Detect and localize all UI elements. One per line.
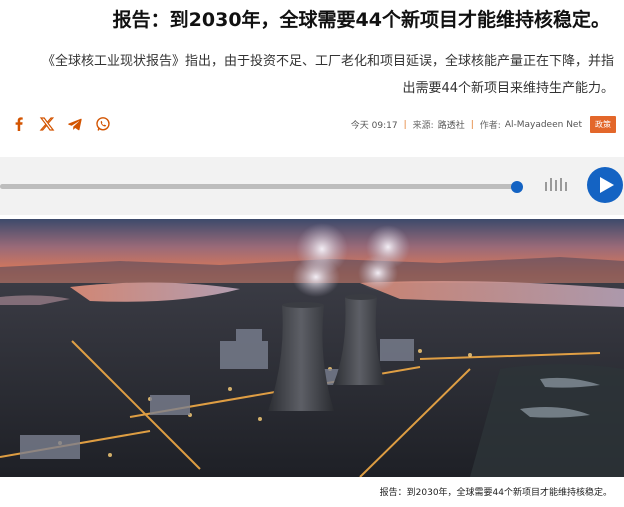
- image-caption: 报告：到2030年，全球需要44个新项目才能维持核稳定。: [379, 488, 612, 498]
- author: 作者: Al-Mayadeen Net: [479, 118, 582, 132]
- telegram-icon[interactable]: [66, 115, 84, 133]
- facebook-icon[interactable]: [10, 115, 28, 133]
- audio-progress-track[interactable]: [0, 184, 517, 189]
- source: 来源: 路透社: [413, 118, 465, 131]
- article-summary: 《全球核工业现状报告》指出，由于投资不足、工厂老化和项目延误，全球核能产量正在下…: [41, 54, 614, 96]
- share-bar: [10, 115, 112, 133]
- x-icon[interactable]: [38, 115, 56, 133]
- source-label: 来源:: [412, 121, 434, 131]
- meta-separator: |: [403, 119, 407, 130]
- author-label: 作者:: [479, 121, 501, 131]
- meta-info: 今天 09:17 | 来源: 路透社 | 作者: Al-Mayadeen Net…: [351, 116, 616, 133]
- category-tag[interactable]: 政策: [590, 116, 616, 133]
- meta-separator: |: [470, 119, 474, 130]
- author-value[interactable]: Al-Mayadeen Net: [505, 120, 582, 130]
- audio-player: [0, 157, 624, 215]
- hero-image: [0, 219, 624, 477]
- source-value[interactable]: 路透社: [438, 118, 465, 131]
- equalizer-icon: [545, 178, 567, 191]
- article-headline: 报告：到2030年，全球需要44个新项目才能维持核稳定。: [112, 9, 610, 31]
- nuclear-plant-dusk-photo: [0, 219, 624, 477]
- audio-progress-handle[interactable]: [511, 181, 523, 193]
- play-button[interactable]: [587, 167, 623, 203]
- play-icon: [599, 177, 614, 193]
- article-meta-row: 今天 09:17 | 来源: 路透社 | 作者: Al-Mayadeen Net…: [0, 114, 624, 136]
- audio-progress-fill: [0, 184, 517, 189]
- whatsapp-icon[interactable]: [94, 115, 112, 133]
- publish-time: 今天 09:17: [350, 121, 398, 131]
